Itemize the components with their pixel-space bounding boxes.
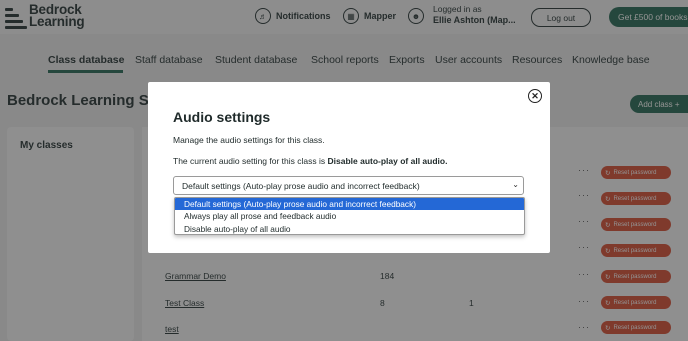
modal-description: Manage the audio settings for this class… <box>173 135 325 145</box>
chevron-down-icon: ⌄ <box>512 180 519 189</box>
audio-setting-select[interactable]: Default settings (Auto-play prose audio … <box>173 176 524 195</box>
option-always-play[interactable]: Always play all prose and feedback audio <box>175 210 524 222</box>
audio-setting-options: Default settings (Auto-play prose audio … <box>174 197 525 235</box>
modal-title: Audio settings <box>173 109 271 125</box>
select-value: Default settings (Auto-play prose audio … <box>182 180 420 191</box>
current-setting-prefix: The current audio setting for this class… <box>173 156 328 166</box>
current-setting-text: The current audio setting for this class… <box>173 156 447 166</box>
close-icon[interactable]: ✕ <box>528 89 542 103</box>
option-default-settings[interactable]: Default settings (Auto-play prose audio … <box>175 198 524 211</box>
current-setting-value: Disable auto-play of all audio. <box>327 156 448 166</box>
option-disable-autoplay[interactable]: Disable auto-play of all audio <box>175 223 524 234</box>
